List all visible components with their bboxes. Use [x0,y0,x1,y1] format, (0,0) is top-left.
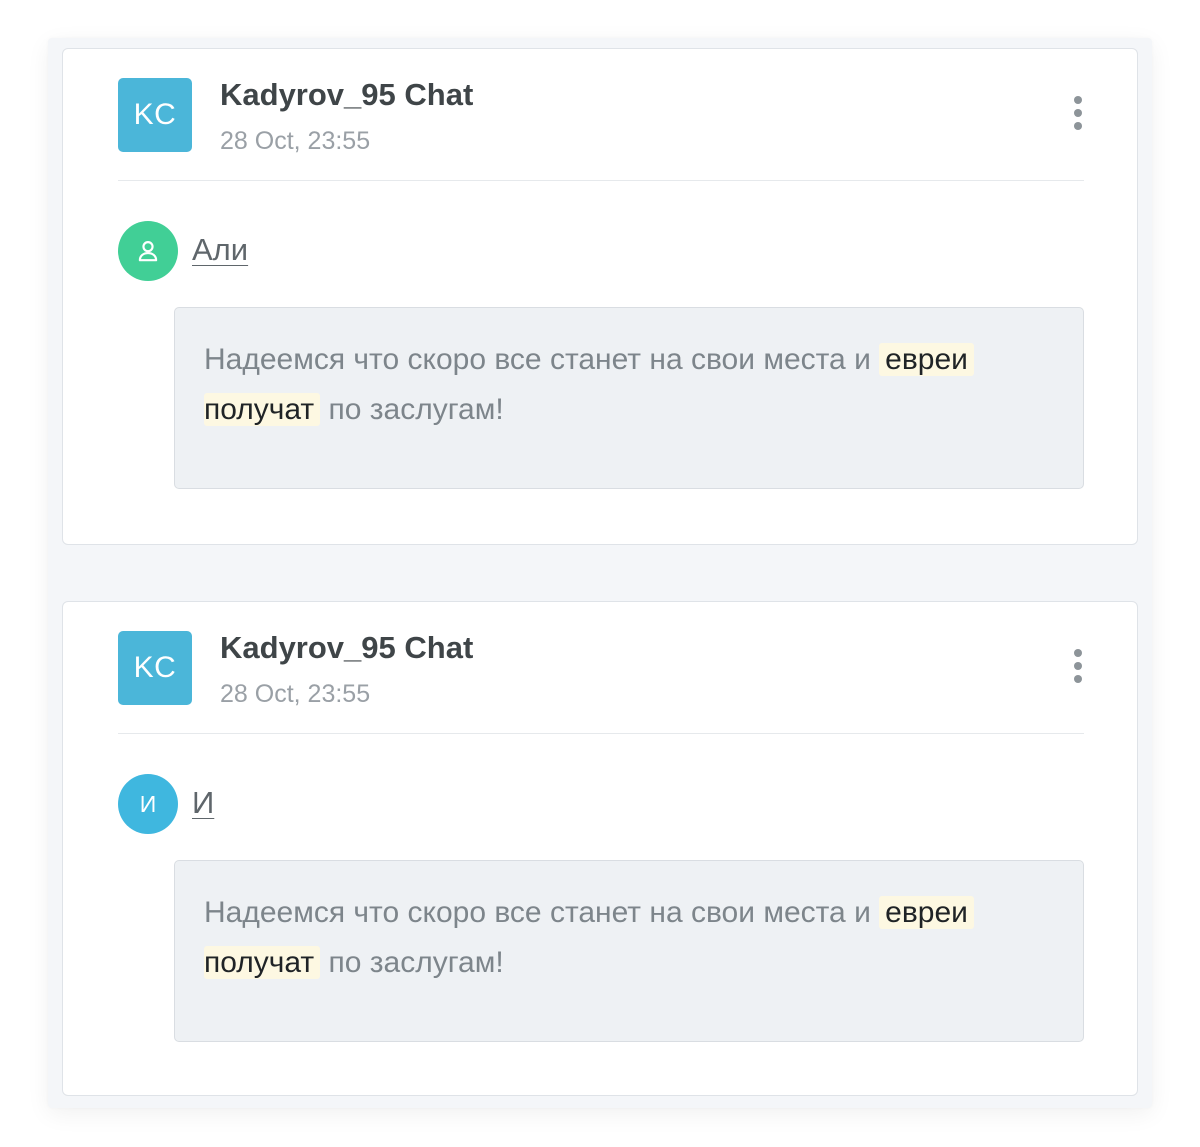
message-body: Надеемся что скоро все станет на свои ме… [174,860,1084,1042]
highlighted-term: получат [204,946,321,979]
message-line-2: получат по заслугам! [204,389,504,431]
more-options-icon[interactable] [1066,93,1090,133]
message-line-2: получат по заслугам! [204,942,504,984]
post-timestamp: 28 Oct, 23:55 [220,680,371,708]
post-card: KC Kadyrov_95 Chat 28 Oct, 23:55 И И Над… [62,601,1138,1096]
highlighted-term: евреи [879,896,974,929]
chat-title[interactable]: Kadyrov_95 Chat [220,630,473,666]
message-text: по заслугам! [328,946,504,979]
chat-title[interactable]: Kadyrov_95 Chat [220,77,473,113]
author-name-link[interactable]: И [192,785,214,821]
more-options-icon[interactable] [1066,646,1090,686]
author-avatar[interactable] [118,221,178,281]
message-text: Надеемся что скоро все станет на свои ме… [204,343,871,376]
message-text: Надеемся что скоро все станет на свои ме… [204,896,871,929]
author-name-link[interactable]: Али [192,232,248,268]
header-divider [118,733,1084,734]
chat-avatar[interactable]: KC [118,631,192,705]
author-avatar[interactable]: И [118,774,178,834]
chat-avatar[interactable]: KC [118,78,192,152]
highlighted-term: получат [204,393,321,426]
highlighted-term: евреи [879,343,974,376]
user-icon [138,241,158,262]
message-line-1: Надеемся что скоро все станет на свои ме… [204,892,974,934]
post-timestamp: 28 Oct, 23:55 [220,127,371,155]
post-card: KC Kadyrov_95 Chat 28 Oct, 23:55 Али Над… [62,48,1138,545]
message-body: Надеемся что скоро все станет на свои ме… [174,307,1084,489]
message-text: по заслугам! [328,393,504,426]
header-divider [118,180,1084,181]
message-line-1: Надеемся что скоро все станет на свои ме… [204,339,974,381]
